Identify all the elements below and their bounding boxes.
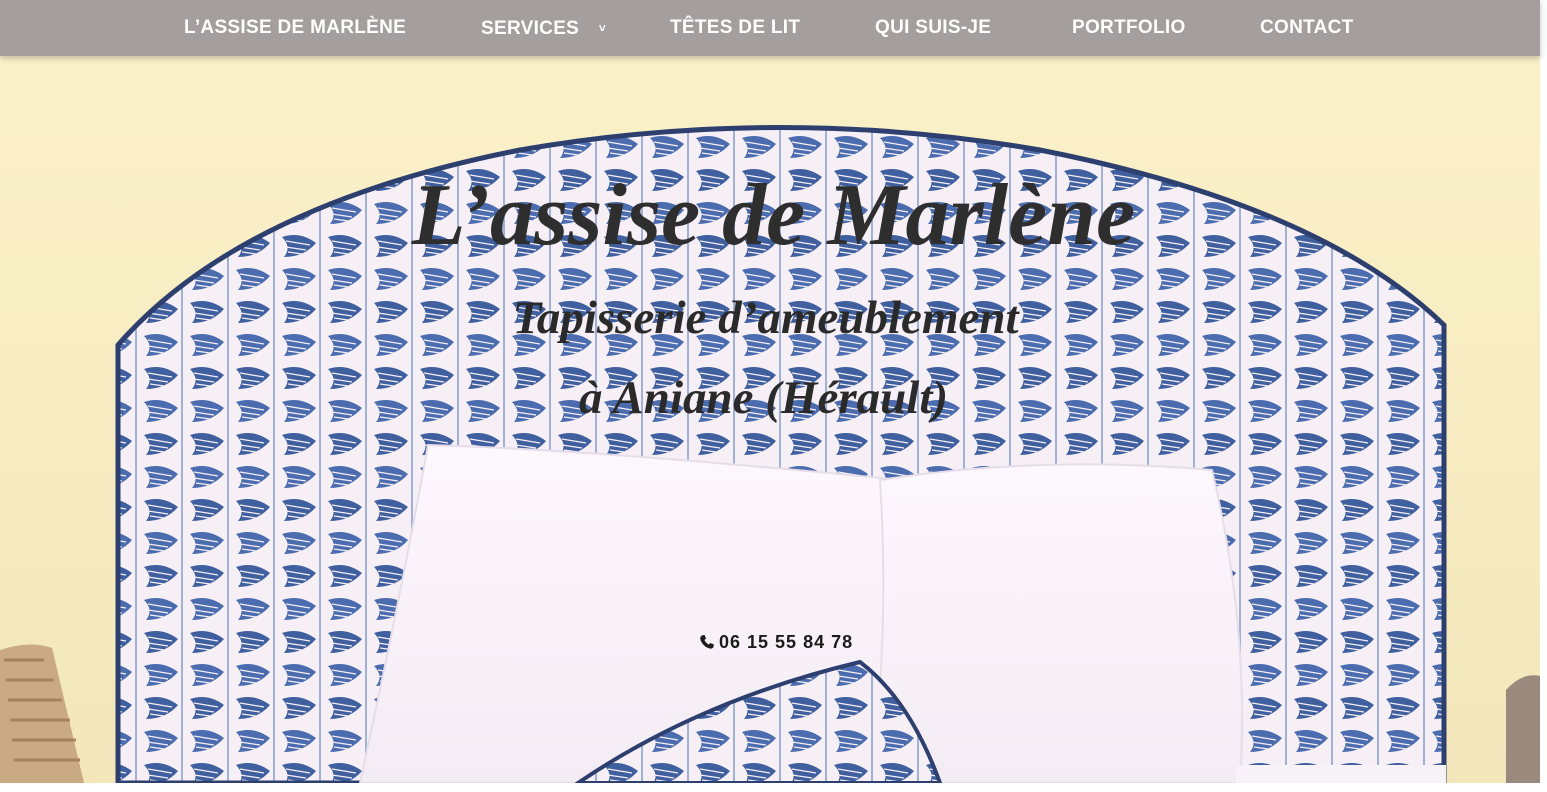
nav-item-contact[interactable]: CONTACT bbox=[1260, 0, 1354, 56]
nav-item-label: L’ASSISE DE MARLÈNE bbox=[184, 17, 407, 38]
page-title: L’assise de Marlène bbox=[411, 167, 1136, 264]
chevron-down-icon: ˅ bbox=[598, 21, 607, 35]
nav-item-services[interactable]: SERVICES ˅ bbox=[481, 0, 606, 56]
nav-item-label: PORTFOLIO bbox=[1072, 17, 1186, 38]
hero-subtitle-line1: Tapisserie d’ameublement bbox=[512, 292, 1019, 344]
main-navigation: L’ASSISE DE MARLÈNE SERVICES ˅ TÊTES DE … bbox=[0, 0, 1540, 56]
nav-item-portfolio[interactable]: PORTFOLIO bbox=[1072, 0, 1186, 56]
phone-number: 06 15 55 84 78 bbox=[719, 632, 854, 652]
hero-subtitle-line2: à Aniane (Hérault) bbox=[578, 372, 949, 424]
nav-item-label: SERVICES bbox=[481, 18, 580, 39]
nav-item-label: QUI SUIS-JE bbox=[875, 17, 992, 38]
nav-item-label: CONTACT bbox=[1260, 17, 1354, 38]
page-bottom-edge bbox=[0, 783, 1547, 792]
phone-link[interactable]: 06 15 55 84 78 bbox=[699, 630, 853, 654]
nav-item-tetes-de-lit[interactable]: TÊTES DE LIT bbox=[670, 0, 800, 56]
phone-icon bbox=[700, 635, 714, 649]
nav-item-home[interactable]: L’ASSISE DE MARLÈNE bbox=[184, 0, 406, 56]
page-edge bbox=[1540, 0, 1547, 792]
nav-item-label: TÊTES DE LIT bbox=[670, 17, 801, 38]
nav-item-qui-suis-je[interactable]: QUI SUIS-JE bbox=[875, 0, 991, 56]
